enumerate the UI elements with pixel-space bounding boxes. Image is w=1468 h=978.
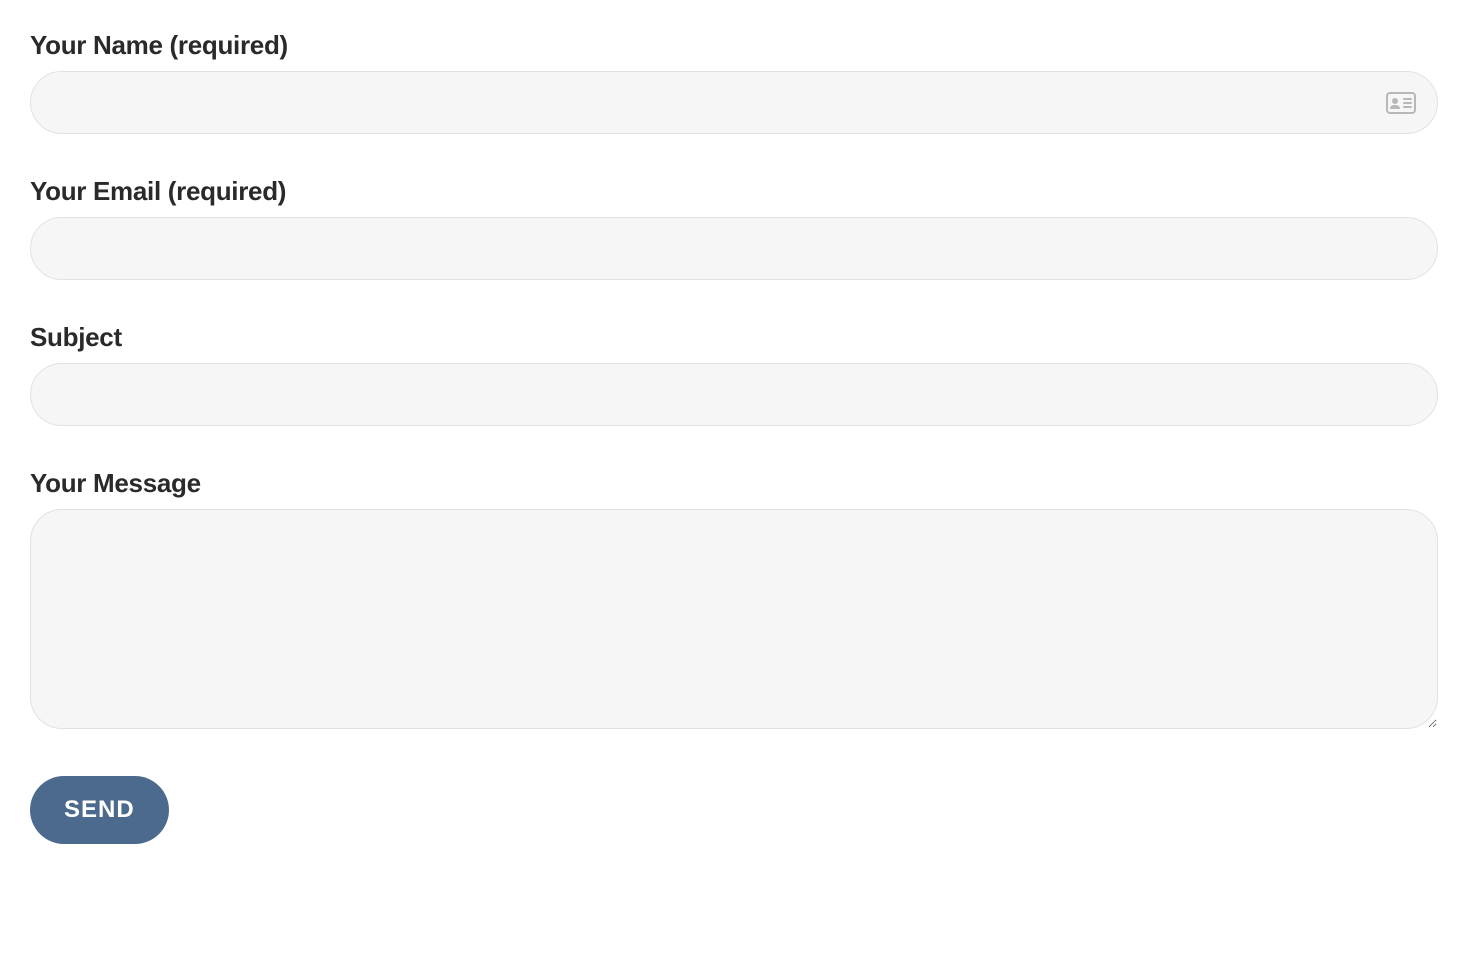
email-input[interactable] [30,217,1438,280]
subject-input[interactable] [30,363,1438,426]
subject-field-group: Subject [30,322,1438,426]
message-field-group: Your Message [30,468,1438,734]
subject-input-wrapper [30,363,1438,426]
name-input[interactable] [30,71,1438,134]
message-textarea[interactable] [30,509,1438,729]
email-input-wrapper [30,217,1438,280]
name-input-wrapper [30,71,1438,134]
name-field-group: Your Name (required) [30,30,1438,134]
message-label: Your Message [30,468,1438,499]
subject-label: Subject [30,322,1438,353]
contact-form: Your Name (required) Your Email (require… [30,30,1438,844]
email-label: Your Email (required) [30,176,1438,207]
name-label: Your Name (required) [30,30,1438,61]
email-field-group: Your Email (required) [30,176,1438,280]
send-button[interactable]: SEND [30,776,169,844]
